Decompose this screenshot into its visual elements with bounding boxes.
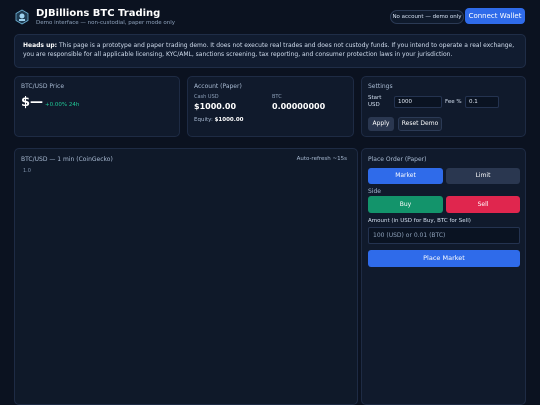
price-label: BTC/USD Price bbox=[21, 83, 65, 90]
apply-button[interactable]: Apply bbox=[368, 117, 394, 131]
banner-lead: Heads up: bbox=[23, 42, 58, 49]
price-chart-panel: BTC/USD — 1 min (CoinGecko) Auto-refresh… bbox=[14, 148, 358, 405]
cash-usd-label: Cash USD bbox=[194, 94, 219, 100]
app-subtitle: Demo interface — non-custodial, paper mo… bbox=[36, 20, 175, 26]
btc-balance-label: BTC bbox=[272, 94, 282, 100]
chart-title: BTC/USD — 1 min (CoinGecko) bbox=[21, 156, 113, 163]
price-change: +0.00% 24h bbox=[45, 102, 80, 108]
amount-input[interactable]: 100 (USD) or 0.01 (BTC) bbox=[368, 227, 520, 244]
app-header: DJBillions BTC Trading Demo interface — … bbox=[0, 0, 540, 34]
price-value: $— bbox=[21, 95, 44, 110]
cash-usd-value: $1000.00 bbox=[194, 102, 237, 111]
equity-value: $1000.00 bbox=[214, 117, 244, 123]
order-panel: Place Order (Paper) Market Limit Side Bu… bbox=[361, 148, 526, 405]
equity-line: Equity: $1000.00 bbox=[194, 117, 244, 123]
side-label: Side bbox=[368, 188, 381, 195]
app-title: DJBillions BTC Trading bbox=[36, 8, 161, 19]
disclaimer-banner: Heads up: This page is a prototype and p… bbox=[14, 34, 526, 68]
chart-refresh-note: Auto-refresh ~15s bbox=[296, 156, 347, 162]
equity-label: Equity: bbox=[194, 117, 213, 123]
buy-button[interactable]: Buy bbox=[368, 196, 443, 213]
account-card: Account (Paper) Cash USD $1000.00 BTC 0.… bbox=[187, 76, 354, 137]
amount-label: Amount (in USD for Buy, BTC for Sell) bbox=[368, 218, 471, 224]
price-card: BTC/USD Price $— +0.00% 24h bbox=[14, 76, 180, 137]
order-title: Place Order (Paper) bbox=[368, 156, 427, 163]
btc-balance-value: 0.00000000 bbox=[272, 102, 326, 111]
chart-y-tick: 1.0 bbox=[23, 168, 31, 174]
start-usd-input[interactable]: 1000 bbox=[394, 96, 442, 108]
start-usd-label: Start USD bbox=[368, 95, 382, 108]
banner-text: This page is a prototype and paper tradi… bbox=[23, 42, 515, 58]
settings-title: Settings bbox=[368, 83, 393, 90]
connect-wallet-button[interactable]: Connect Wallet bbox=[465, 8, 525, 24]
chart-canvas bbox=[21, 175, 351, 400]
reset-demo-button[interactable]: Reset Demo bbox=[398, 117, 442, 131]
place-order-button[interactable]: Place Market bbox=[368, 250, 520, 267]
tab-market[interactable]: Market bbox=[368, 168, 443, 184]
demo-status-badge: No account — demo only bbox=[390, 10, 464, 24]
logo-icon bbox=[14, 9, 30, 25]
tab-limit[interactable]: Limit bbox=[446, 168, 520, 184]
account-title: Account (Paper) bbox=[194, 83, 242, 90]
fee-label: Fee % bbox=[445, 99, 462, 105]
fee-percent-input[interactable]: 0.1 bbox=[465, 96, 499, 108]
sell-button[interactable]: Sell bbox=[446, 196, 520, 213]
settings-card: Settings Start USD 1000 Fee % 0.1 Apply … bbox=[361, 76, 526, 137]
